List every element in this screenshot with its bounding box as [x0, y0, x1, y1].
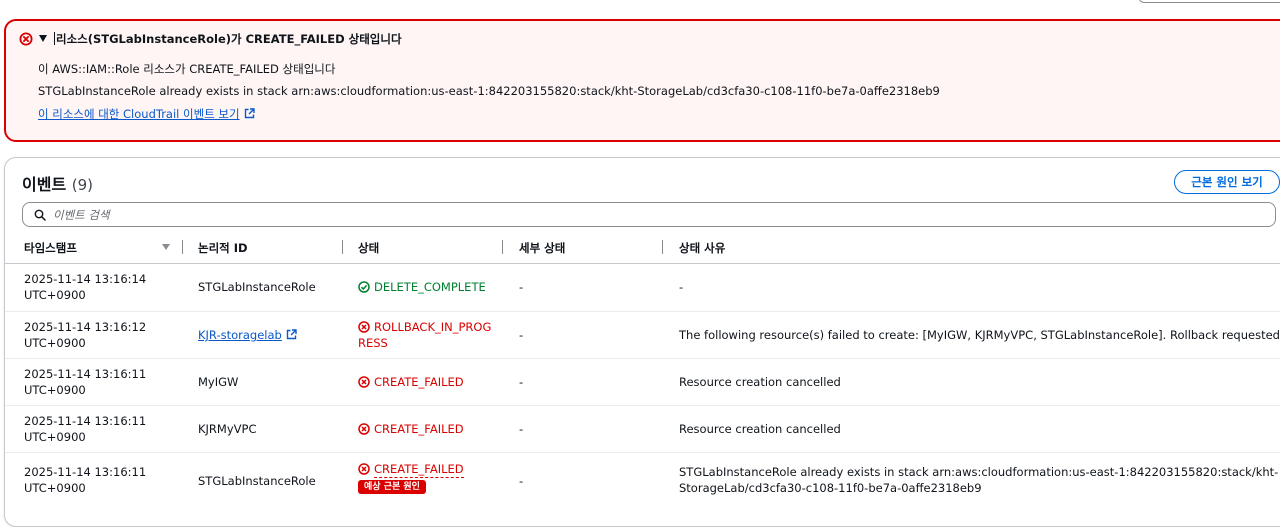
events-title-text: 이벤트 [22, 175, 67, 194]
alert-message: 이 AWS::IAM::Role 리소스가 CREATE_FAILED 상태입니… [38, 62, 336, 76]
timestamp-date: 2025-11-14 13:16:14 [24, 272, 147, 286]
timestamp-cell: 2025-11-14 13:16:12 UTC+0900 [24, 319, 146, 351]
status-cell[interactable]: CREATE_FAILED 예상 근본 원인 [358, 461, 498, 494]
status-text: CREATE_FAILED [374, 422, 464, 436]
status-text: CREATE_FAILED [374, 375, 464, 389]
timestamp-zone: UTC+0900 [24, 336, 86, 350]
logical-id-cell: KJR-storagelab [198, 327, 297, 343]
table-row: 2025-11-14 13:16:11 UTC+0900 KJRMyVPC CRE… [5, 406, 1280, 453]
error-alert: 리소스(STGLabInstanceRole)가 CREATE_FAILED 상… [4, 19, 1280, 142]
error-circle-icon [358, 321, 370, 333]
timestamp-date: 2025-11-14 13:16:12 [24, 320, 147, 334]
alert-detail: STGLabInstanceRole already exists in sta… [38, 84, 940, 98]
timestamp-zone: UTC+0900 [24, 383, 86, 397]
table-row: 2025-11-14 13:16:12 UTC+0900 KJR-storagel… [5, 312, 1280, 359]
timestamp-zone: UTC+0900 [24, 430, 86, 444]
search-icon [34, 209, 46, 221]
column-divider[interactable] [502, 240, 503, 254]
events-count: (9) [71, 176, 93, 194]
status-reason-cell: - [679, 280, 684, 294]
cloudtrail-link[interactable]: 이 리소스에 대한 CloudTrail 이벤트 보기 [38, 106, 255, 122]
timestamp-date: 2025-11-14 13:16:11 [24, 414, 147, 428]
events-panel: 이벤트 (9) 근본 원인 보기 타임스탬프 논리적 ID 상태 세부 상태 상… [4, 157, 1280, 527]
status-cell: DELETE_COMPLETE [358, 279, 498, 295]
timestamp-zone: UTC+0900 [24, 481, 86, 495]
status-reason-line: STGLabInstanceRole already exists in sta… [679, 465, 1279, 479]
cloudtrail-link-text[interactable]: 이 리소스에 대한 CloudTrail 이벤트 보기 [38, 107, 240, 121]
logical-id-cell: STGLabInstanceRole [198, 474, 316, 488]
top-select-stub[interactable] [1138, 0, 1280, 3]
detailed-status-cell: - [519, 328, 524, 342]
column-header-status[interactable]: 상태 [358, 240, 379, 256]
column-divider[interactable] [342, 240, 343, 254]
logical-id-cell: STGLabInstanceRole [198, 280, 316, 294]
status-cell: CREATE_FAILED [358, 421, 498, 437]
column-header-timestamp[interactable]: 타임스탬프 [24, 240, 77, 256]
status-cell: CREATE_FAILED [358, 374, 498, 390]
root-cause-button[interactable]: 근본 원인 보기 [1174, 170, 1280, 194]
error-circle-icon [358, 376, 370, 388]
column-divider[interactable] [182, 240, 183, 254]
status-text[interactable]: CREATE_FAILED [374, 462, 464, 478]
column-header-detailed-status[interactable]: 세부 상태 [519, 240, 565, 256]
external-link-icon [244, 108, 255, 119]
logical-id-cell: MyIGW [198, 375, 239, 389]
table-row: 2025-11-14 13:16:11 UTC+0900 STGLabInstan… [5, 453, 1280, 513]
sort-descending-icon[interactable] [162, 244, 170, 250]
alert-title: 리소스(STGLabInstanceRole)가 CREATE_FAILED 상… [54, 31, 402, 47]
root-cause-badge: 예상 근본 원인 [358, 480, 426, 494]
table-row: 2025-11-14 13:16:14 UTC+0900 STGLabInstan… [5, 264, 1280, 312]
stack-link[interactable]: KJR-storagelab [198, 328, 282, 342]
error-circle-icon [358, 423, 370, 435]
success-check-icon [358, 281, 370, 293]
column-divider[interactable] [662, 240, 663, 254]
detailed-status-cell: - [519, 375, 524, 389]
search-input[interactable] [53, 205, 1253, 224]
timestamp-date: 2025-11-14 13:16:11 [24, 367, 147, 381]
status-reason-cell: The following resource(s) failed to crea… [679, 328, 1280, 342]
logical-id-cell: KJRMyVPC [198, 422, 257, 436]
timestamp-date: 2025-11-14 13:16:11 [24, 465, 147, 479]
search-bar[interactable] [22, 202, 1276, 227]
alert-title-text: 리소스(STGLabInstanceRole)가 CREATE_FAILED 상… [56, 32, 402, 46]
timestamp-cell: 2025-11-14 13:16:11 UTC+0900 [24, 366, 146, 398]
status-text: ROLLBACK_IN_PROG [374, 320, 492, 334]
timestamp-cell: 2025-11-14 13:16:11 UTC+0900 [24, 413, 146, 445]
events-title: 이벤트 (9) [22, 171, 93, 195]
status-reason-line: StorageLab/cd3cfa30-c108-11f0-be7a-0affe… [679, 481, 982, 495]
table-row: 2025-11-14 13:16:11 UTC+0900 MyIGW CREATE… [5, 359, 1280, 406]
detailed-status-cell: - [519, 422, 524, 436]
error-circle-icon [358, 463, 370, 475]
text-cursor [54, 32, 55, 45]
external-link-icon[interactable] [286, 329, 297, 340]
timestamp-cell: 2025-11-14 13:16:14 UTC+0900 [24, 271, 146, 303]
column-header-logical-id[interactable]: 논리적 ID [198, 240, 248, 256]
timestamp-zone: UTC+0900 [24, 288, 86, 302]
status-reason-cell: Resource creation cancelled [679, 422, 841, 436]
detailed-status-cell: - [519, 474, 524, 488]
detailed-status-cell: - [519, 280, 524, 294]
status-reason-cell: Resource creation cancelled [679, 375, 841, 389]
error-circle-icon [19, 32, 33, 46]
status-cell: ROLLBACK_IN_PROG RESS [358, 319, 498, 351]
timestamp-cell: 2025-11-14 13:16:11 UTC+0900 [24, 464, 146, 496]
status-text-wrap: RESS [358, 336, 388, 350]
caret-down-icon[interactable] [39, 35, 47, 42]
status-text: DELETE_COMPLETE [374, 280, 486, 294]
status-reason-cell: STGLabInstanceRole already exists in sta… [679, 464, 1279, 496]
column-header-status-reason[interactable]: 상태 사유 [679, 240, 725, 256]
